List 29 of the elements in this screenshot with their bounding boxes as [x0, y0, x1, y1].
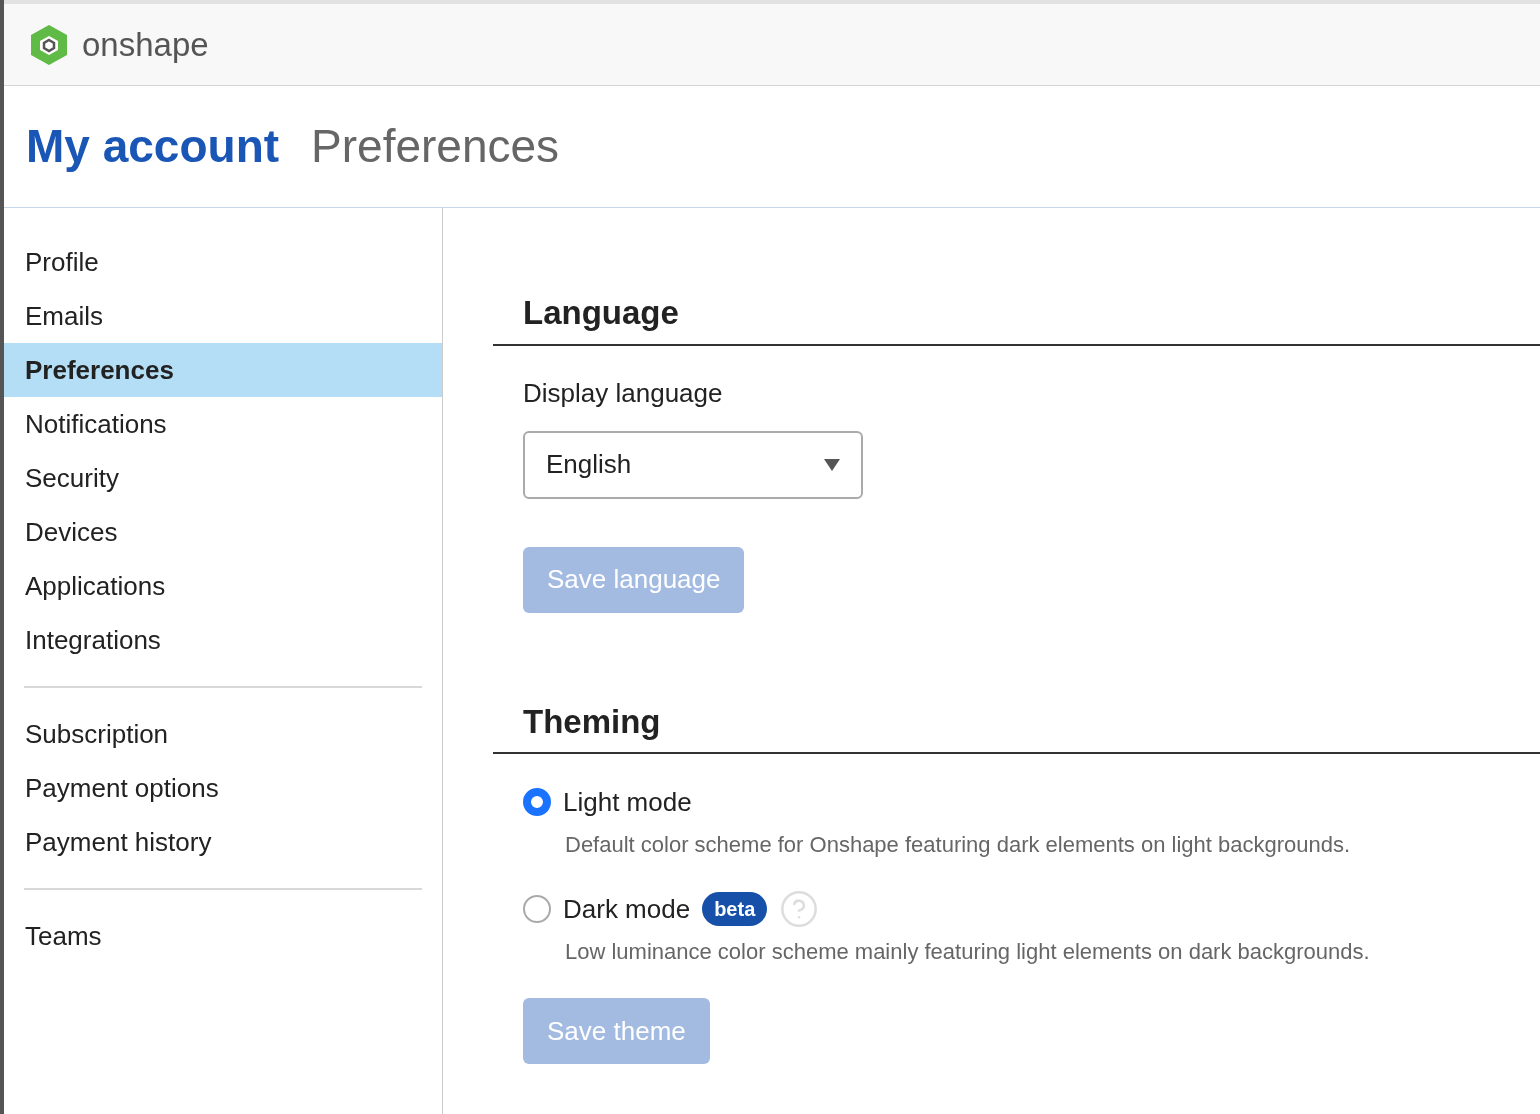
option-description: Default color scheme for Onshape featuring dark elements on light backgrounds.: [564, 831, 1352, 859]
sidebar-item[interactable]: Payment history: [4, 815, 442, 869]
sidebar-item[interactable]: Security: [4, 451, 442, 505]
sidebar-item[interactable]: Profile: [4, 235, 442, 289]
sidebar-item[interactable]: Payment options: [4, 761, 442, 815]
sidebar-item[interactable]: Integrations: [4, 613, 442, 667]
radio-button[interactable]: [523, 788, 551, 816]
field-label: Display language: [523, 376, 724, 410]
radio-label: Dark mode: [563, 892, 691, 926]
option-description: Low luminance color scheme mainly featuring light elements on dark backgrounds.: [564, 938, 1371, 966]
section-heading: Language: [523, 294, 679, 331]
help-icon[interactable]: [779, 889, 820, 929]
page-title: My account: [26, 119, 280, 174]
beta-badge: beta: [702, 892, 768, 926]
sidebar-item[interactable]: Subscription: [4, 707, 442, 761]
sidebar-item[interactable]: Preferences: [4, 343, 442, 397]
sidebar-item[interactable]: Applications: [4, 559, 442, 613]
app-name: onshape: [82, 24, 209, 65]
section-heading: Theming: [523, 702, 661, 740]
sidebar-item[interactable]: Devices: [4, 505, 442, 559]
logo-icon: [28, 22, 70, 67]
language-select[interactable]: English: [523, 430, 863, 499]
caret-icon: [824, 458, 840, 471]
radio-label: Light mode: [563, 785, 692, 819]
sidebar-item[interactable]: Emails: [4, 289, 442, 343]
page-subtitle: Preferences: [311, 119, 560, 174]
radio-button[interactable]: [523, 895, 551, 923]
sidebar-item[interactable]: Teams: [4, 909, 442, 963]
sidebar-item[interactable]: Notifications: [4, 397, 442, 451]
